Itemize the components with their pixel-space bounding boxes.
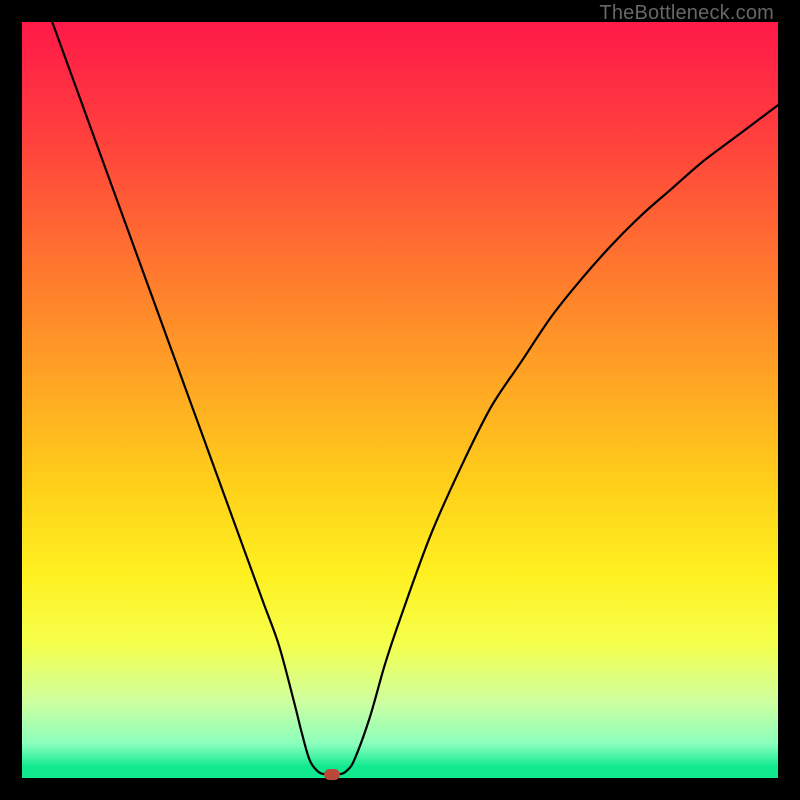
gradient-background [22, 22, 778, 778]
chart-frame [22, 22, 778, 778]
bottleneck-chart [22, 22, 778, 778]
optimal-point-marker [324, 769, 341, 780]
watermark-text: TheBottleneck.com [599, 2, 774, 25]
